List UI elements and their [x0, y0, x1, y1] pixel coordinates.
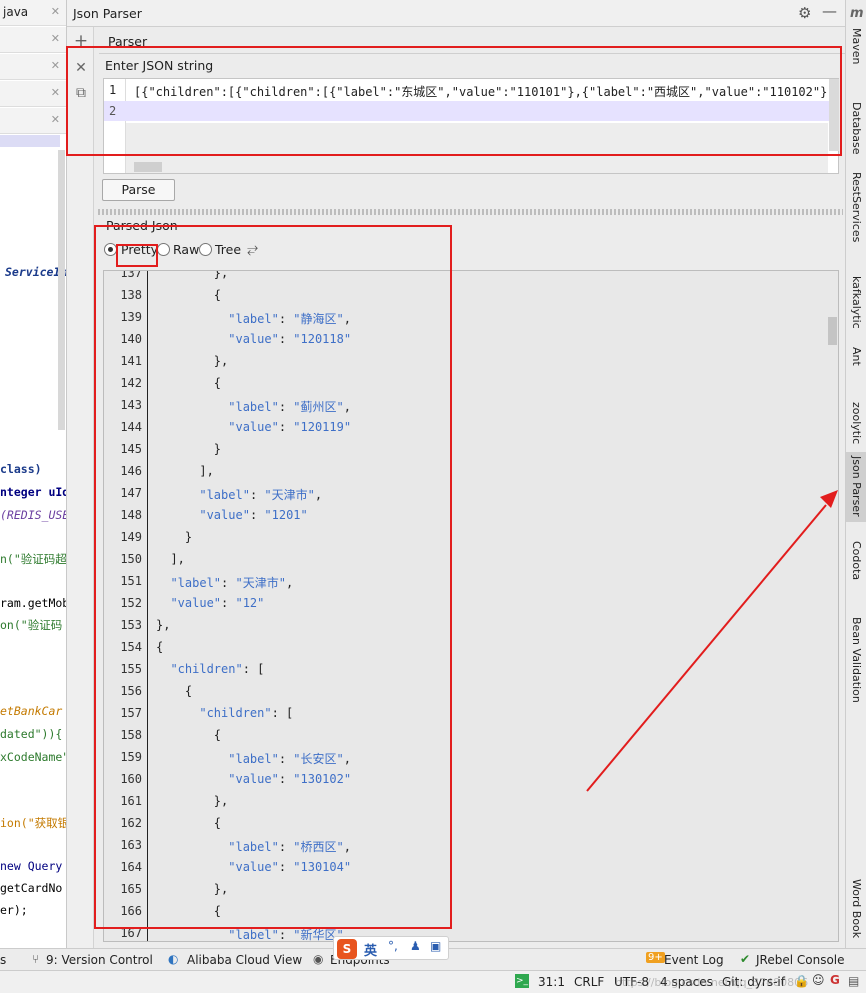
annotation-arrow [586, 490, 838, 792]
